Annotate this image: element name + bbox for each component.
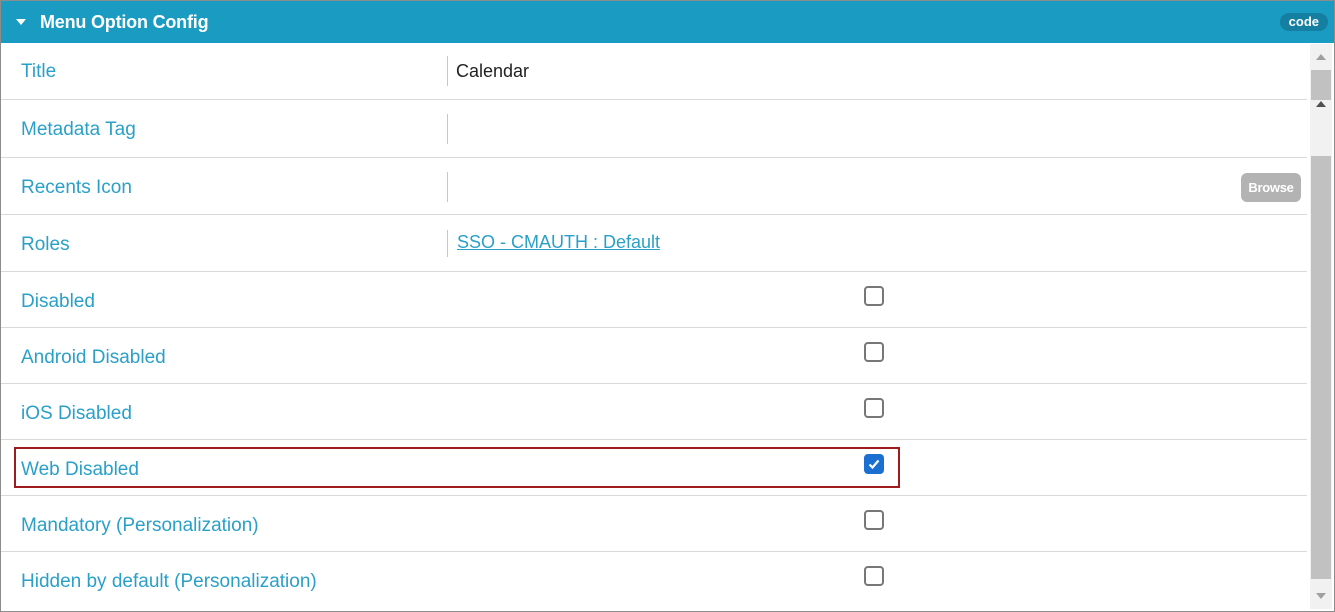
title-label: Title — [21, 61, 57, 82]
column-separator — [447, 230, 448, 257]
mandatory-checkbox[interactable] — [864, 510, 884, 530]
row-recents-icon: Recents Icon Browse — [1, 158, 1307, 215]
row-mandatory: Mandatory (Personalization) — [1, 496, 1307, 552]
row-hidden-by-default: Hidden by default (Personalization) — [1, 552, 1307, 608]
title-input[interactable]: Calendar — [456, 61, 529, 82]
panel-header[interactable]: Menu Option Config code — [1, 1, 1334, 43]
row-ios-disabled: iOS Disabled — [1, 384, 1307, 440]
row-web-disabled: Web Disabled — [1, 440, 1307, 496]
hidden-by-default-label: Hidden by default (Personalization) — [21, 571, 317, 592]
column-separator — [447, 172, 448, 202]
browse-button[interactable]: Browse — [1241, 173, 1301, 202]
android-disabled-label: Android Disabled — [21, 347, 166, 368]
vertical-scrollbar[interactable] — [1310, 44, 1332, 609]
scroll-up-arrow-icon[interactable] — [1316, 54, 1326, 60]
ios-disabled-checkbox[interactable] — [864, 398, 884, 418]
row-title: Title Calendar — [1, 43, 1307, 100]
menu-option-config-panel: Menu Option Config code Title Calendar M… — [0, 0, 1335, 612]
panel-title: Menu Option Config — [40, 12, 209, 32]
collapse-caret-icon[interactable] — [16, 19, 26, 25]
mandatory-label: Mandatory (Personalization) — [21, 515, 259, 536]
metadata-tag-label: Metadata Tag — [21, 119, 136, 140]
recents-icon-label: Recents Icon — [21, 177, 132, 198]
checkmark-icon — [868, 459, 880, 470]
config-rows: Title Calendar Metadata Tag Recents Icon… — [1, 43, 1307, 608]
scroll-track[interactable] — [1311, 156, 1331, 579]
disabled-checkbox[interactable] — [864, 286, 884, 306]
row-android-disabled: Android Disabled — [1, 328, 1307, 384]
row-roles: Roles SSO - CMAUTH : Default — [1, 215, 1307, 272]
roles-label: Roles — [21, 234, 70, 255]
scroll-thumb[interactable] — [1311, 70, 1331, 100]
ios-disabled-label: iOS Disabled — [21, 403, 132, 424]
web-disabled-checkbox[interactable] — [864, 454, 884, 474]
android-disabled-checkbox[interactable] — [864, 342, 884, 362]
column-separator — [447, 56, 448, 86]
row-disabled: Disabled — [1, 272, 1307, 328]
scroll-down-arrow-icon[interactable] — [1316, 593, 1326, 599]
disabled-label: Disabled — [21, 291, 95, 312]
row-metadata-tag: Metadata Tag — [1, 100, 1307, 158]
hidden-by-default-checkbox[interactable] — [864, 566, 884, 586]
column-separator — [447, 114, 448, 144]
roles-link[interactable]: SSO - CMAUTH : Default — [457, 232, 660, 253]
code-button[interactable]: code — [1279, 13, 1328, 31]
scroll-up-arrow-icon[interactable] — [1316, 101, 1326, 107]
web-disabled-label: Web Disabled — [21, 459, 139, 480]
